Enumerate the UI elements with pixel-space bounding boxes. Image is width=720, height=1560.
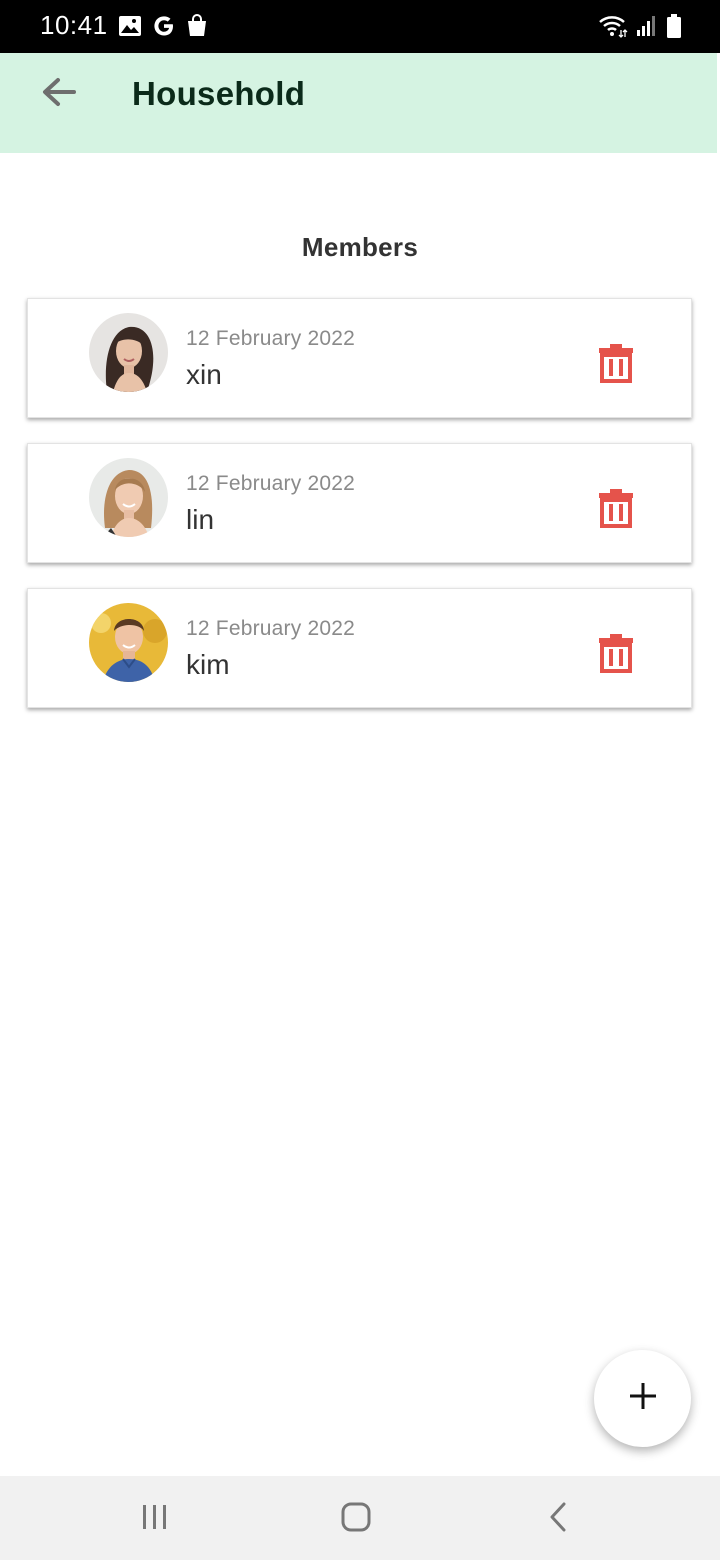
- app-bar: Household: [0, 53, 717, 153]
- member-name: lin: [186, 504, 215, 535]
- member-date: 12 February 2022: [186, 472, 355, 495]
- avatar: [89, 603, 168, 682]
- avatar: [89, 458, 168, 537]
- members-heading: Members: [301, 232, 419, 262]
- member-date: 12 February 2022: [186, 327, 355, 350]
- member-card[interactable]: 12 February 2022 kim: [27, 588, 692, 708]
- trash-icon: [597, 344, 635, 387]
- recent-apps-icon: [140, 1503, 170, 1536]
- home-icon: [340, 1501, 372, 1538]
- back-icon: [546, 1501, 570, 1538]
- member-date: 12 February 2022: [186, 617, 355, 640]
- avatar: [89, 313, 168, 392]
- member-name: xin: [186, 359, 222, 390]
- trash-icon: [597, 489, 635, 532]
- recent-apps-button[interactable]: [135, 1502, 175, 1536]
- home-button[interactable]: [336, 1502, 376, 1536]
- system-nav-bar: [0, 1476, 720, 1560]
- delete-button[interactable]: [597, 633, 635, 673]
- battery-icon: [666, 13, 682, 44]
- plus-icon: [628, 1381, 658, 1416]
- arrow-left-icon: [42, 77, 76, 112]
- page-title: Household: [132, 75, 306, 112]
- status-time: 10:41: [40, 10, 108, 40]
- delete-button[interactable]: [597, 343, 635, 383]
- system-back-button[interactable]: [538, 1502, 578, 1536]
- status-right-icons: [598, 13, 682, 44]
- google-icon: [152, 14, 176, 43]
- back-button[interactable]: [36, 71, 82, 117]
- member-name: kim: [186, 649, 230, 680]
- image-icon: [118, 15, 142, 42]
- trash-icon: [597, 634, 635, 677]
- signal-icon: [636, 14, 658, 43]
- member-card[interactable]: 12 February 2022 xin: [27, 298, 692, 418]
- wifi-icon: [598, 13, 628, 44]
- status-bar: 10:41: [0, 0, 720, 53]
- member-card[interactable]: 12 February 2022 lin: [27, 443, 692, 563]
- shopping-bag-icon: [186, 14, 208, 43]
- delete-button[interactable]: [597, 488, 635, 528]
- member-list: 12 February 2022 xin 12 February 2022 li…: [27, 298, 692, 733]
- status-left-icons: [118, 14, 208, 43]
- add-member-button[interactable]: [594, 1350, 691, 1447]
